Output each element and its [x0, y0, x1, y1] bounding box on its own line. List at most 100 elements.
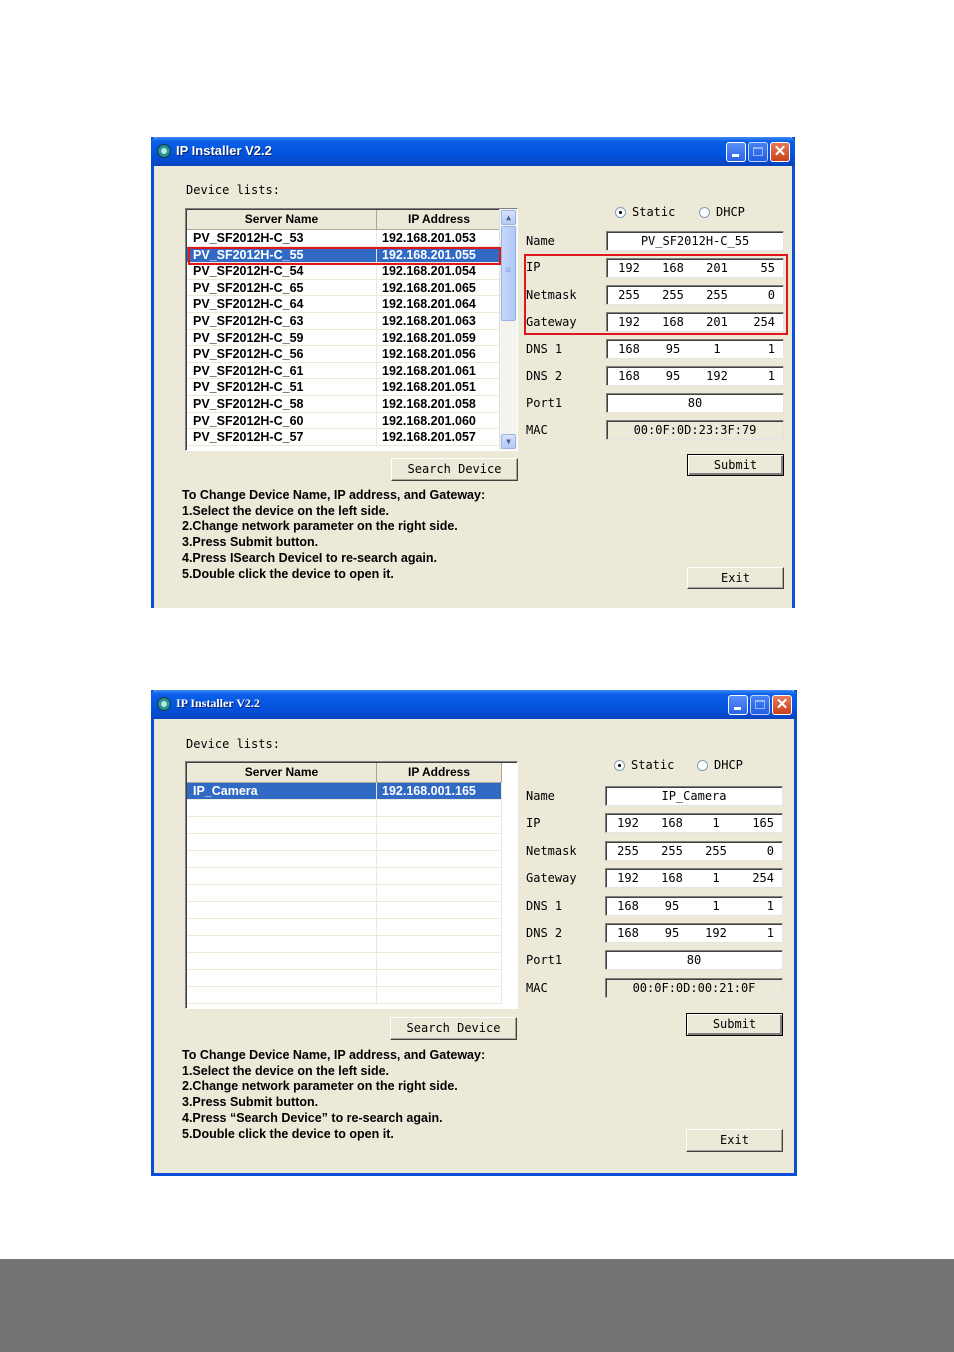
device-row[interactable]: PV_SF2012H-C_54 192.168.201.054 [187, 263, 502, 280]
gateway-field[interactable]: 192 168 201 254 [606, 312, 784, 332]
maximize-button[interactable] [750, 695, 770, 715]
netmask-field[interactable]: 255 255 255 0 [605, 841, 783, 861]
device-row[interactable]: PV_SF2012H-C_56 192.168.201.056 [187, 346, 502, 363]
device-list[interactable]: Server Name IP Address PV_SF2012H-C_53 19… [185, 208, 518, 451]
gateway-octet-2[interactable]: 168 [651, 315, 695, 329]
submit-button[interactable]: Submit [686, 1013, 783, 1036]
dns2-octet-4[interactable]: 1 [739, 369, 783, 383]
exit-button[interactable]: Exit [686, 1129, 783, 1152]
gateway-octet-2[interactable]: 168 [650, 871, 694, 885]
dhcp-radio[interactable]: DHCP [699, 205, 745, 219]
device-row[interactable]: PV_SF2012H-C_63 192.168.201.063 [187, 312, 502, 330]
ip-octet-4[interactable]: 165 [738, 816, 782, 830]
name-field[interactable]: PV_SF2012H-C_55 [606, 231, 784, 251]
device-row[interactable]: PV_SF2012H-C_61 192.168.201.061 [187, 362, 502, 380]
device-row[interactable]: PV_SF2012H-C_64 192.168.201.064 [187, 296, 502, 313]
minimize-button[interactable] [726, 142, 746, 162]
dns2-octet-2[interactable]: 95 [651, 369, 695, 383]
netmask-octet-1[interactable]: 255 [606, 844, 650, 858]
dns1-octet-1[interactable]: 168 [607, 342, 651, 356]
column-server-name[interactable]: Server Name [187, 210, 377, 229]
netmask-octet-4[interactable]: 0 [738, 844, 782, 858]
device-row[interactable]: PV_SF2012H-C_58 192.168.201.058 [187, 395, 502, 413]
minimize-button[interactable] [728, 695, 748, 715]
search-device-button[interactable]: Search Device [391, 458, 518, 481]
dns2-octet-3[interactable]: 192 [695, 369, 739, 383]
name-field[interactable]: IP_Camera [605, 786, 783, 806]
dns2-octet-2[interactable]: 95 [650, 926, 694, 940]
ip-octet-4[interactable]: 55 [739, 261, 783, 275]
device-row[interactable]: PV_SF2012H-C_51 192.168.201.051 [187, 379, 502, 396]
vertical-scrollbar[interactable]: ▲ ▼ [499, 209, 517, 450]
ip-octet-3[interactable]: 201 [695, 261, 739, 275]
ip-installer-window-1: IP Installer V2.2 ✕ Device lists: Server… [151, 137, 795, 608]
device-row[interactable]: PV_SF2012H-C_65 192.168.201.065 [187, 279, 502, 297]
dns2-octet-4[interactable]: 1 [738, 926, 782, 940]
dns2-octet-1[interactable]: 168 [606, 926, 650, 940]
port-field[interactable]: 80 [605, 950, 783, 970]
title-bar[interactable]: IP Installer V2.2 ✕ [151, 690, 797, 719]
gateway-octet-3[interactable]: 1 [694, 871, 738, 885]
dns1-field[interactable]: 168 95 1 1 [606, 339, 784, 359]
device-row[interactable]: PV_SF2012H-C_60 192.168.201.060 [187, 412, 502, 430]
netmask-octet-2[interactable]: 255 [651, 288, 695, 302]
device-row[interactable]: PV_SF2012H-C_59 192.168.201.059 [187, 329, 502, 347]
dns1-octet-3[interactable]: 1 [695, 342, 739, 356]
maximize-button[interactable] [748, 142, 768, 162]
device-list[interactable]: Server Name IP Address IP_Camera 192.168.… [185, 761, 518, 1009]
dns1-octet-1[interactable]: 168 [606, 899, 650, 913]
dns1-octet-2[interactable]: 95 [650, 899, 694, 913]
dns2-octet-3[interactable]: 192 [694, 926, 738, 940]
gateway-octet-1[interactable]: 192 [606, 871, 650, 885]
ip-octet-3[interactable]: 1 [694, 816, 738, 830]
search-device-button[interactable]: Search Device [390, 1017, 517, 1040]
netmask-field[interactable]: 255 255 255 0 [606, 285, 784, 305]
device-lists-label: Device lists: [186, 737, 280, 751]
scroll-down-icon[interactable]: ▼ [501, 434, 516, 449]
device-row[interactable]: PV_SF2012H-C_55 192.168.201.055 [187, 246, 502, 264]
column-server-name[interactable]: Server Name [187, 763, 377, 782]
dns1-octet-2[interactable]: 95 [651, 342, 695, 356]
dns2-field[interactable]: 168 95 192 1 [606, 366, 784, 386]
close-button[interactable]: ✕ [772, 695, 792, 715]
ip-octet-1[interactable]: 192 [607, 261, 651, 275]
device-row[interactable]: PV_SF2012H-C_57 192.168.201.057 [187, 429, 502, 446]
ip-octet-2[interactable]: 168 [650, 816, 694, 830]
dns2-field[interactable]: 168 95 192 1 [605, 923, 783, 943]
column-ip-address[interactable]: IP Address [377, 763, 502, 782]
dns1-octet-4[interactable]: 1 [738, 899, 782, 913]
netmask-octet-1[interactable]: 255 [607, 288, 651, 302]
dhcp-radio[interactable]: DHCP [697, 758, 743, 772]
scroll-thumb[interactable] [501, 226, 516, 321]
column-ip-address[interactable]: IP Address [377, 210, 502, 229]
device-row[interactable]: PV_SF2012H-C_53 192.168.201.053 [187, 230, 502, 247]
ip-octet-2[interactable]: 168 [651, 261, 695, 275]
device-row[interactable]: IP_Camera 192.168.001.165 [187, 783, 502, 800]
dns2-octet-1[interactable]: 168 [607, 369, 651, 383]
netmask-octet-3[interactable]: 255 [694, 844, 738, 858]
netmask-octet-3[interactable]: 255 [695, 288, 739, 302]
netmask-octet-4[interactable]: 0 [739, 288, 783, 302]
title-bar[interactable]: IP Installer V2.2 ✕ [151, 137, 795, 166]
gateway-octet-4[interactable]: 254 [738, 871, 782, 885]
gateway-octet-4[interactable]: 254 [739, 315, 783, 329]
static-radio[interactable]: Static [614, 758, 674, 772]
server-name-cell [187, 918, 377, 935]
dns1-octet-3[interactable]: 1 [694, 899, 738, 913]
dns1-octet-4[interactable]: 1 [739, 342, 783, 356]
scroll-up-icon[interactable]: ▲ [501, 210, 516, 225]
dns1-field[interactable]: 168 95 1 1 [605, 896, 783, 916]
static-radio[interactable]: Static [615, 205, 675, 219]
ip-octet-1[interactable]: 192 [606, 816, 650, 830]
close-button[interactable]: ✕ [770, 142, 790, 162]
gateway-field[interactable]: 192 168 1 254 [605, 868, 783, 888]
submit-button[interactable]: Submit [687, 454, 784, 476]
port-field[interactable]: 80 [606, 393, 784, 413]
exit-button[interactable]: Exit [687, 567, 784, 589]
gateway-octet-3[interactable]: 201 [695, 315, 739, 329]
ip-field[interactable]: 192 168 201 55 [606, 258, 784, 278]
ip-field[interactable]: 192 168 1 165 [605, 813, 783, 833]
netmask-octet-2[interactable]: 255 [650, 844, 694, 858]
gateway-octet-1[interactable]: 192 [607, 315, 651, 329]
static-label: Static [632, 205, 676, 219]
